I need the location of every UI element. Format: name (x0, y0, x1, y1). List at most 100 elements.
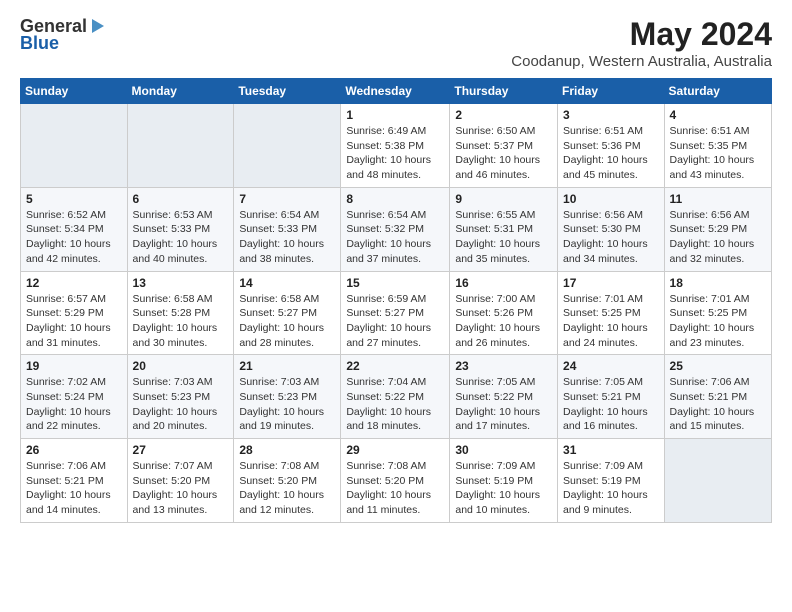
day-info: Sunrise: 6:58 AMSunset: 5:28 PMDaylight:… (133, 292, 229, 351)
day-number: 20 (133, 359, 229, 373)
calendar-cell: 19 Sunrise: 7:02 AMSunset: 5:24 PMDayligh… (21, 355, 128, 439)
day-info: Sunrise: 6:56 AMSunset: 5:30 PMDaylight:… (563, 208, 659, 267)
weekday-header-wednesday: Wednesday (341, 79, 450, 104)
calendar-cell: 28 Sunrise: 7:08 AMSunset: 5:20 PMDayligh… (234, 439, 341, 523)
calendar-cell: 29 Sunrise: 7:08 AMSunset: 5:20 PMDayligh… (341, 439, 450, 523)
day-info: Sunrise: 6:49 AMSunset: 5:38 PMDaylight:… (346, 124, 444, 183)
page-title: May 2024 (511, 16, 772, 53)
day-info: Sunrise: 7:05 AMSunset: 5:21 PMDaylight:… (563, 375, 659, 434)
day-number: 14 (239, 276, 335, 290)
calendar-cell: 3 Sunrise: 6:51 AMSunset: 5:36 PMDaylight… (558, 104, 665, 188)
calendar-cell: 21Sunrise: 7:03 AMSunset: 5:23 PMDayligh… (234, 355, 341, 439)
calendar-cell: 9Sunrise: 6:55 AMSunset: 5:31 PMDaylight… (450, 187, 558, 271)
calendar-cell (664, 439, 771, 523)
day-number: 27 (133, 443, 229, 457)
calendar-cell: 11Sunrise: 6:56 AMSunset: 5:29 PMDayligh… (664, 187, 771, 271)
day-info: Sunrise: 6:54 AMSunset: 5:33 PMDaylight:… (239, 208, 335, 267)
day-info: Sunrise: 7:05 AMSunset: 5:22 PMDaylight:… (455, 375, 552, 434)
day-number: 3 (563, 108, 659, 122)
day-info: Sunrise: 7:03 AMSunset: 5:23 PMDaylight:… (133, 375, 229, 434)
day-info: Sunrise: 7:04 AMSunset: 5:22 PMDaylight:… (346, 375, 444, 434)
calendar-cell: 17 Sunrise: 7:01 AMSunset: 5:25 PMDayligh… (558, 271, 665, 355)
weekday-header-sunday: Sunday (21, 79, 128, 104)
day-number: 23 (455, 359, 552, 373)
calendar-week-row: 19 Sunrise: 7:02 AMSunset: 5:24 PMDayligh… (21, 355, 772, 439)
day-info: Sunrise: 7:07 AMSunset: 5:20 PMDaylight:… (133, 459, 229, 518)
day-number: 29 (346, 443, 444, 457)
calendar-cell: 18Sunrise: 7:01 AMSunset: 5:25 PMDayligh… (664, 271, 771, 355)
day-number: 31 (563, 443, 659, 457)
calendar-header: SundayMondayTuesdayWednesdayThursdayFrid… (21, 79, 772, 104)
logo-text-blue: Blue (20, 33, 59, 54)
day-info: Sunrise: 7:02 AMSunset: 5:24 PMDaylight:… (26, 375, 122, 434)
weekday-header-tuesday: Tuesday (234, 79, 341, 104)
day-number: 30 (455, 443, 552, 457)
day-number: 6 (133, 192, 229, 206)
calendar-cell: 30 Sunrise: 7:09 AMSunset: 5:19 PMDayligh… (450, 439, 558, 523)
calendar-cell: 22 Sunrise: 7:04 AMSunset: 5:22 PMDayligh… (341, 355, 450, 439)
day-info: Sunrise: 6:57 AMSunset: 5:29 PMDaylight:… (26, 292, 122, 351)
calendar-cell: 26 Sunrise: 7:06 AMSunset: 5:21 PMDayligh… (21, 439, 128, 523)
calendar-cell: 23 Sunrise: 7:05 AMSunset: 5:22 PMDayligh… (450, 355, 558, 439)
calendar-cell: 25 Sunrise: 7:06 AMSunset: 5:21 PMDayligh… (664, 355, 771, 439)
day-number: 4 (670, 108, 766, 122)
day-number: 19 (26, 359, 122, 373)
day-info: Sunrise: 6:58 AMSunset: 5:27 PMDaylight:… (239, 292, 335, 351)
day-number: 22 (346, 359, 444, 373)
day-number: 25 (670, 359, 766, 373)
day-info: Sunrise: 7:00 AMSunset: 5:26 PMDaylight:… (455, 292, 552, 351)
day-number: 10 (563, 192, 659, 206)
calendar-cell: 8 Sunrise: 6:54 AMSunset: 5:32 PMDaylight… (341, 187, 450, 271)
day-number: 1 (346, 108, 444, 122)
day-number: 8 (346, 192, 444, 206)
calendar-cell: 15 Sunrise: 6:59 AMSunset: 5:27 PMDayligh… (341, 271, 450, 355)
day-number: 17 (563, 276, 659, 290)
day-number: 26 (26, 443, 122, 457)
logo-arrow-icon (88, 17, 106, 35)
day-number: 18 (670, 276, 766, 290)
day-info: Sunrise: 6:51 AMSunset: 5:35 PMDaylight:… (670, 124, 766, 183)
weekday-header-row: SundayMondayTuesdayWednesdayThursdayFrid… (21, 79, 772, 104)
calendar-cell: 1 Sunrise: 6:49 AMSunset: 5:38 PMDaylight… (341, 104, 450, 188)
calendar-cell: 4 Sunrise: 6:51 AMSunset: 5:35 PMDaylight… (664, 104, 771, 188)
day-info: Sunrise: 7:06 AMSunset: 5:21 PMDaylight:… (670, 375, 766, 434)
day-number: 2 (455, 108, 552, 122)
calendar-table: SundayMondayTuesdayWednesdayThursdayFrid… (20, 78, 772, 523)
day-info: Sunrise: 7:01 AMSunset: 5:25 PMDaylight:… (563, 292, 659, 351)
day-info: Sunrise: 7:08 AMSunset: 5:20 PMDaylight:… (346, 459, 444, 518)
day-info: Sunrise: 7:09 AMSunset: 5:19 PMDaylight:… (455, 459, 552, 518)
calendar-cell: 31Sunrise: 7:09 AMSunset: 5:19 PMDayligh… (558, 439, 665, 523)
calendar-body: 1 Sunrise: 6:49 AMSunset: 5:38 PMDaylight… (21, 104, 772, 523)
calendar-cell (127, 104, 234, 188)
weekday-header-monday: Monday (127, 79, 234, 104)
calendar-cell: 13 Sunrise: 6:58 AMSunset: 5:28 PMDayligh… (127, 271, 234, 355)
day-info: Sunrise: 7:06 AMSunset: 5:21 PMDaylight:… (26, 459, 122, 518)
calendar-week-row: 26 Sunrise: 7:06 AMSunset: 5:21 PMDayligh… (21, 439, 772, 523)
weekday-header-saturday: Saturday (664, 79, 771, 104)
day-info: Sunrise: 7:08 AMSunset: 5:20 PMDaylight:… (239, 459, 335, 518)
day-info: Sunrise: 6:54 AMSunset: 5:32 PMDaylight:… (346, 208, 444, 267)
calendar-cell: 24 Sunrise: 7:05 AMSunset: 5:21 PMDayligh… (558, 355, 665, 439)
day-info: Sunrise: 6:51 AMSunset: 5:36 PMDaylight:… (563, 124, 659, 183)
day-info: Sunrise: 6:53 AMSunset: 5:33 PMDaylight:… (133, 208, 229, 267)
day-info: Sunrise: 6:50 AMSunset: 5:37 PMDaylight:… (455, 124, 552, 183)
calendar-cell: 6 Sunrise: 6:53 AMSunset: 5:33 PMDaylight… (127, 187, 234, 271)
calendar-week-row: 12Sunrise: 6:57 AMSunset: 5:29 PMDayligh… (21, 271, 772, 355)
logo: General Blue (20, 16, 106, 54)
calendar-cell: 12Sunrise: 6:57 AMSunset: 5:29 PMDayligh… (21, 271, 128, 355)
day-number: 28 (239, 443, 335, 457)
day-info: Sunrise: 6:55 AMSunset: 5:31 PMDaylight:… (455, 208, 552, 267)
calendar-cell: 14 Sunrise: 6:58 AMSunset: 5:27 PMDayligh… (234, 271, 341, 355)
calendar-cell: 20 Sunrise: 7:03 AMSunset: 5:23 PMDayligh… (127, 355, 234, 439)
weekday-header-friday: Friday (558, 79, 665, 104)
day-number: 15 (346, 276, 444, 290)
day-number: 13 (133, 276, 229, 290)
day-info: Sunrise: 6:59 AMSunset: 5:27 PMDaylight:… (346, 292, 444, 351)
page-subtitle: Coodanup, Western Australia, Australia (511, 53, 772, 70)
day-info: Sunrise: 6:52 AMSunset: 5:34 PMDaylight:… (26, 208, 122, 267)
day-number: 5 (26, 192, 122, 206)
weekday-header-thursday: Thursday (450, 79, 558, 104)
day-number: 24 (563, 359, 659, 373)
page-header: General Blue May 2024 Coodanup, Western … (20, 16, 772, 70)
calendar-cell: 16Sunrise: 7:00 AMSunset: 5:26 PMDayligh… (450, 271, 558, 355)
